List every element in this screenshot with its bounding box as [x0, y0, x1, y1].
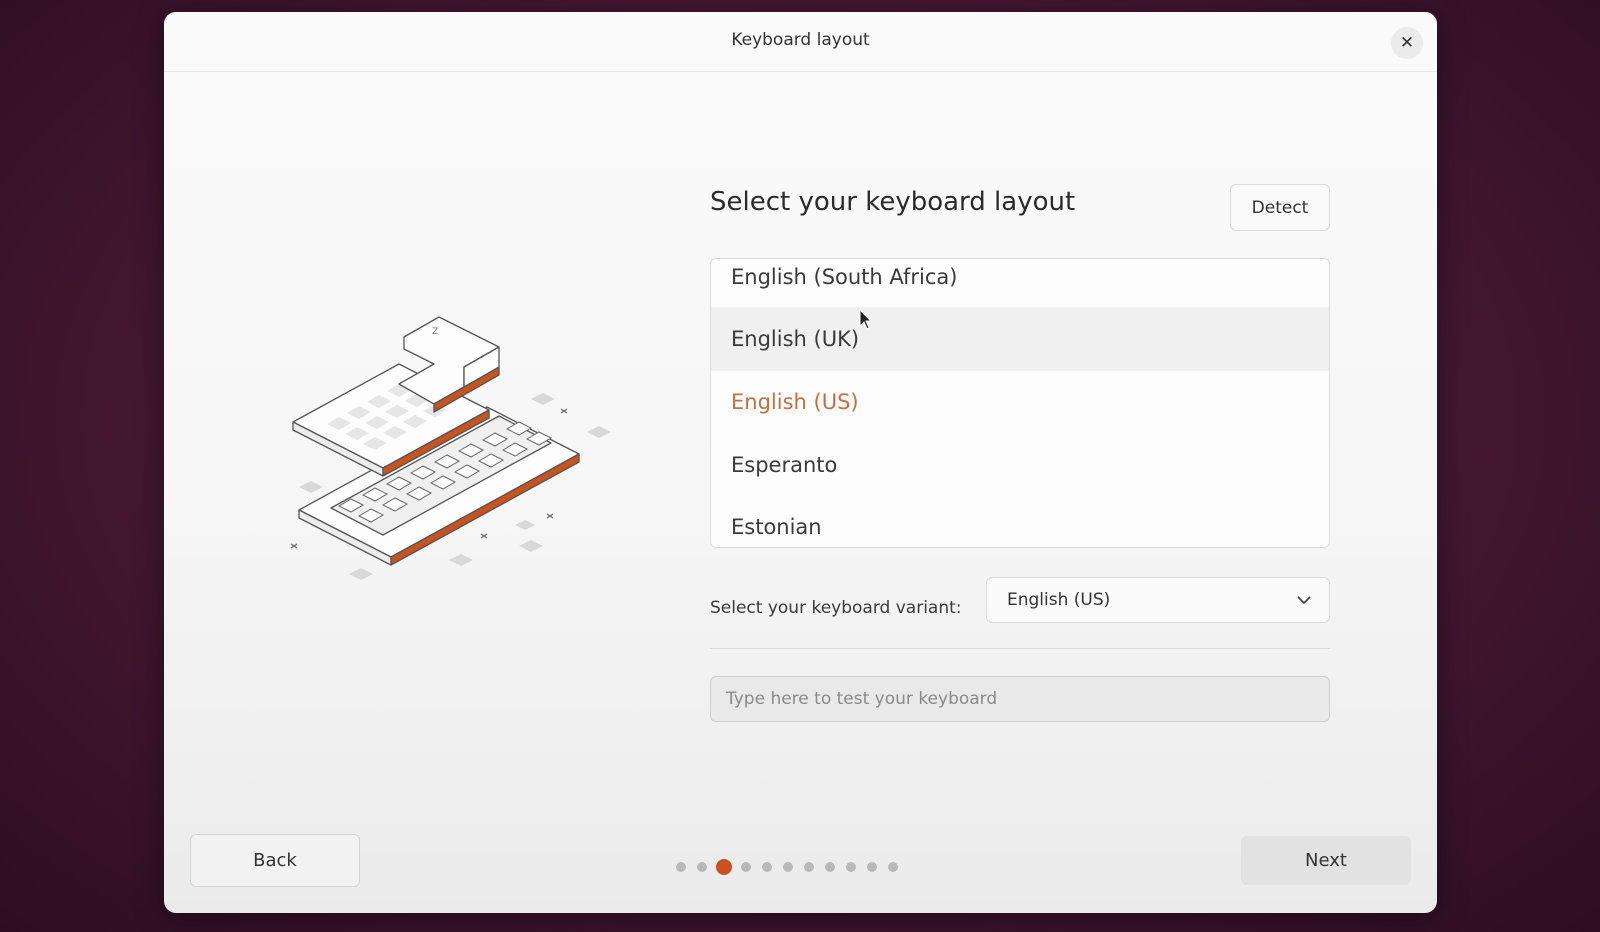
divider	[710, 648, 1330, 649]
layout-list[interactable]: English (South Africa) English (UK) Engl…	[710, 258, 1330, 548]
variant-value: English (US)	[1007, 590, 1111, 610]
page-heading: Select your keyboard layout	[710, 187, 1076, 217]
progress-dots	[676, 859, 909, 875]
keyboard-illustration: Z	[290, 316, 611, 580]
progress-dot-current	[716, 859, 732, 875]
svg-text:Z: Z	[432, 327, 438, 337]
progress-dot	[697, 862, 707, 872]
chevron-down-icon	[1297, 596, 1311, 605]
variant-dropdown[interactable]: English (US)	[986, 577, 1330, 623]
progress-dot	[825, 862, 835, 872]
layout-item-esperanto[interactable]: Esperanto	[711, 433, 1329, 497]
progress-dot	[762, 862, 772, 872]
layout-item-english-south-africa[interactable]: English (South Africa)	[711, 259, 1329, 309]
installer-window: Keyboard layout ✕ Z Select your keyboard…	[164, 12, 1437, 913]
mouse-cursor-icon	[859, 309, 873, 330]
progress-dot	[783, 862, 793, 872]
layout-item-english-uk[interactable]: English (UK)	[711, 307, 1329, 371]
keyboard-test-input[interactable]	[710, 676, 1330, 722]
progress-dot	[741, 862, 751, 872]
close-icon: ✕	[1399, 33, 1415, 53]
progress-dot	[846, 862, 856, 872]
progress-dot	[888, 862, 898, 872]
progress-dot	[867, 862, 877, 872]
close-button[interactable]: ✕	[1391, 27, 1423, 59]
title-bar: Keyboard layout ✕	[164, 12, 1437, 72]
detect-button[interactable]: Detect	[1230, 184, 1330, 231]
progress-dot	[804, 862, 814, 872]
layout-item-estonian[interactable]: Estonian	[711, 495, 1329, 547]
variant-label: Select your keyboard variant:	[710, 598, 962, 618]
back-button[interactable]: Back	[190, 834, 360, 887]
layout-item-english-us[interactable]: English (US)	[711, 370, 1329, 434]
progress-dot	[676, 862, 686, 872]
next-button[interactable]: Next	[1241, 836, 1411, 885]
window-title: Keyboard layout	[731, 30, 870, 50]
